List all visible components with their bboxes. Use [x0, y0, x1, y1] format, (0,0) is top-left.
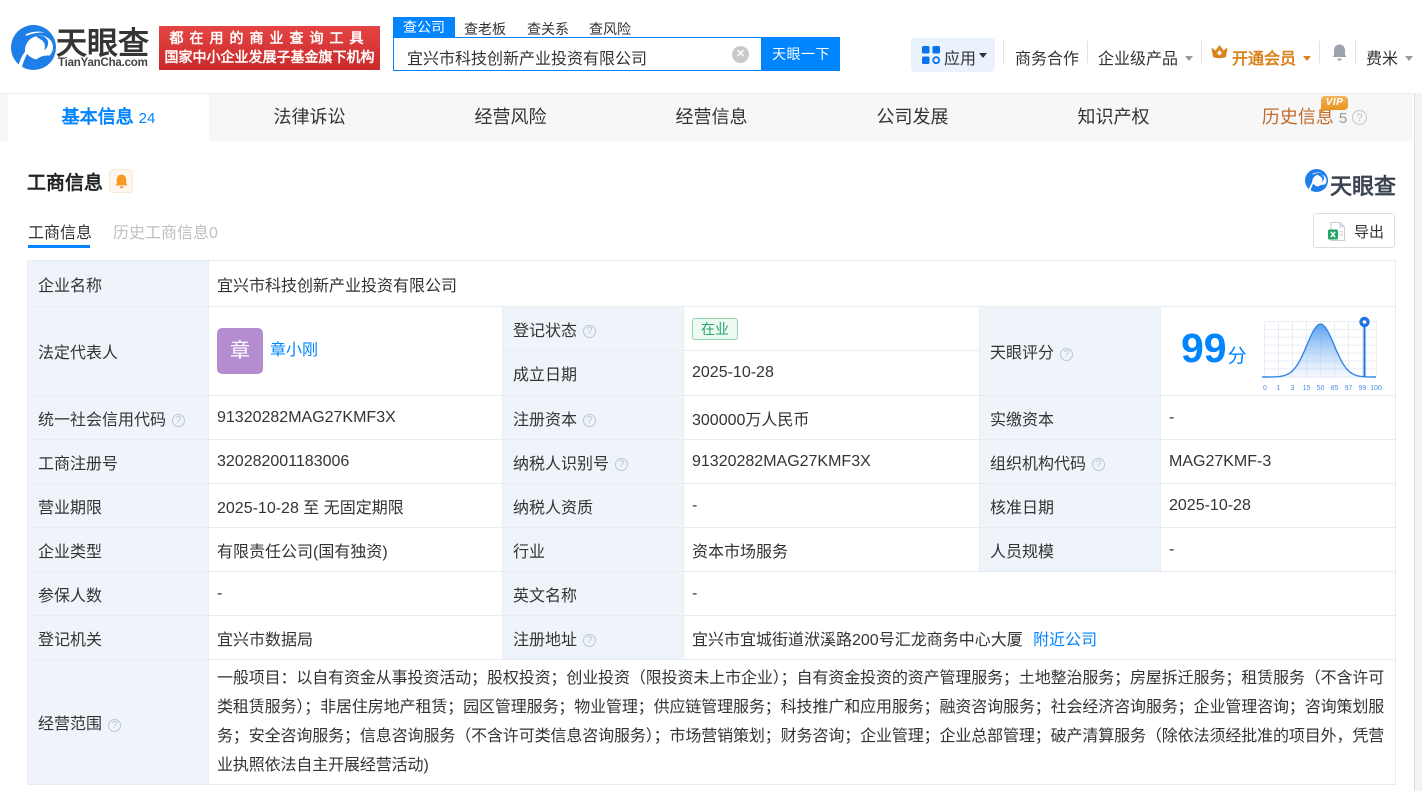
svg-text:85: 85: [1331, 385, 1339, 392]
svg-text:97: 97: [1345, 385, 1353, 392]
svg-text:99: 99: [1359, 385, 1367, 392]
svg-text:15: 15: [1303, 385, 1311, 392]
svg-text:50: 50: [1317, 385, 1325, 392]
svg-text:100: 100: [1370, 385, 1382, 392]
svg-text:3: 3: [1291, 385, 1295, 392]
svg-text:0: 0: [1263, 385, 1267, 392]
svg-text:1: 1: [1277, 385, 1281, 392]
